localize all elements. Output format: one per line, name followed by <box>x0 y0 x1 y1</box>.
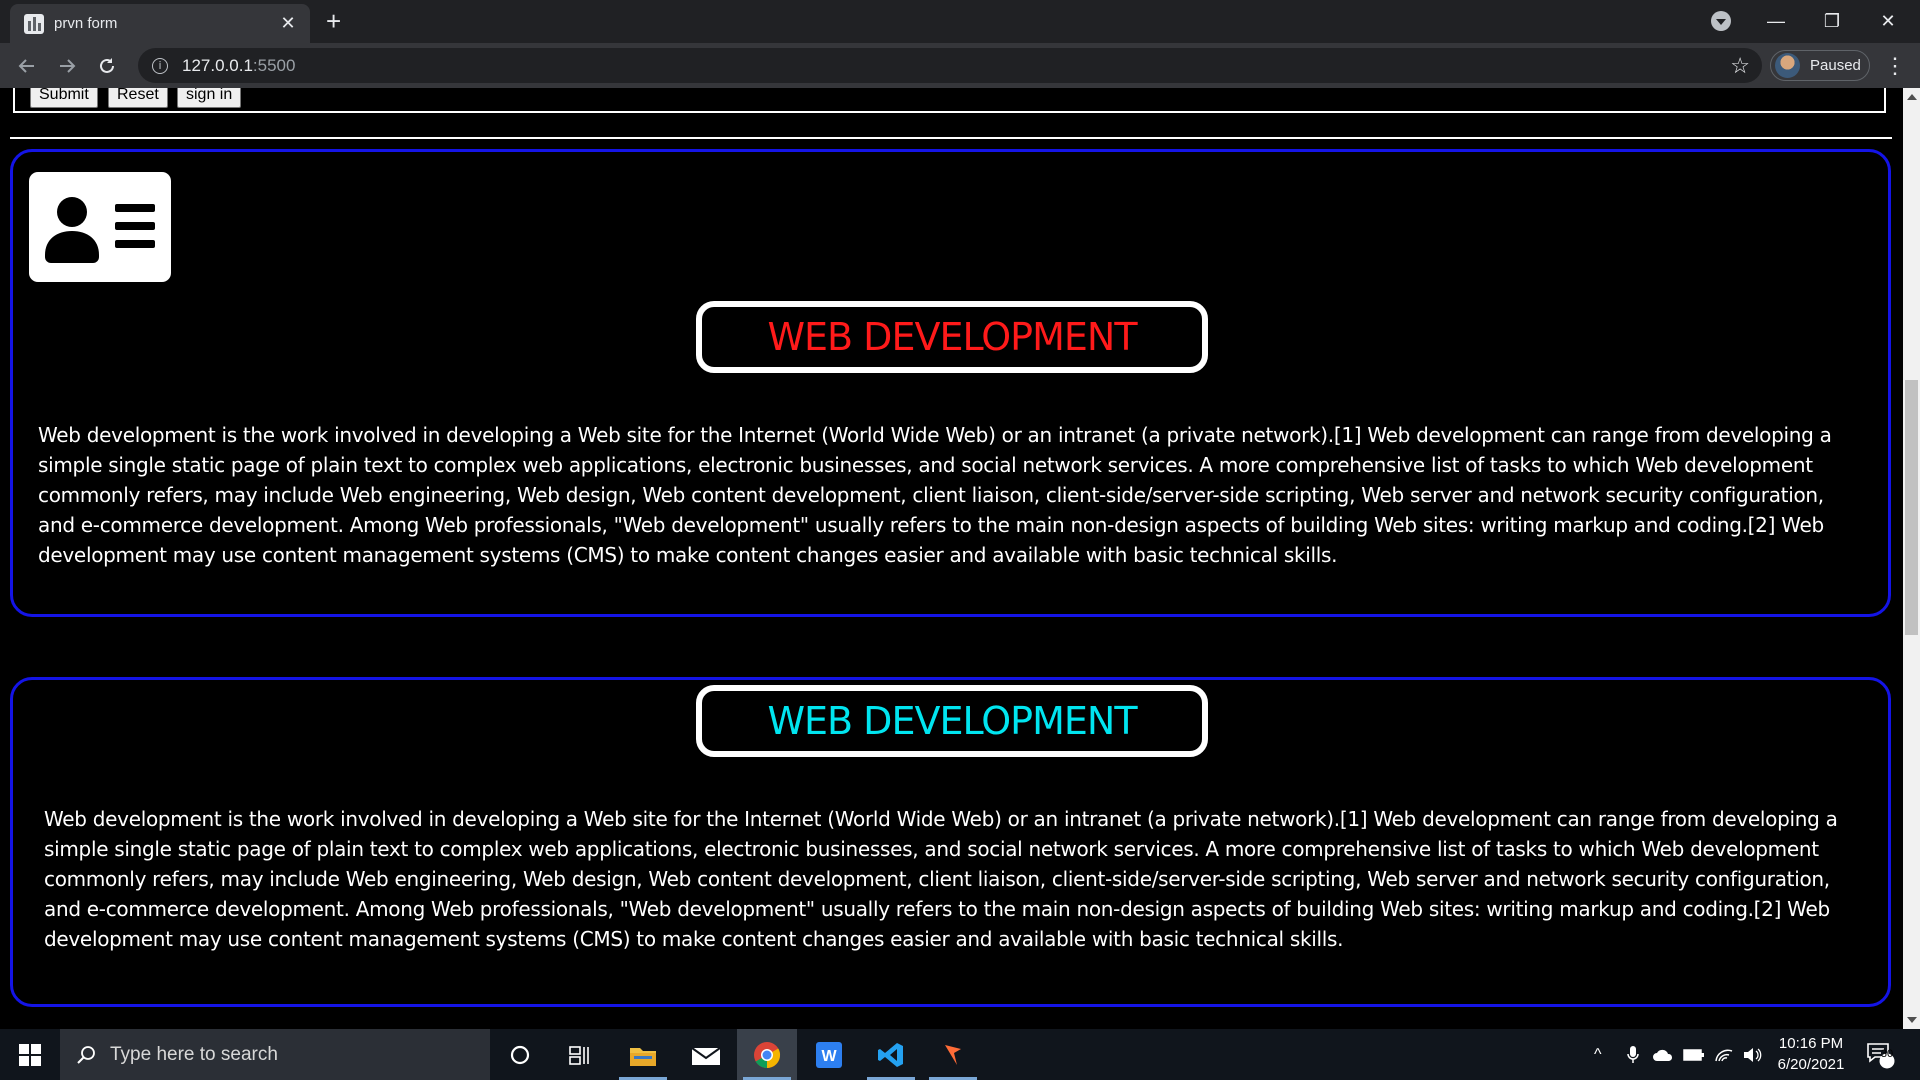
task-view-icon[interactable] <box>550 1029 610 1080</box>
postman-icon[interactable] <box>923 1029 983 1080</box>
cortana-icon[interactable] <box>490 1029 550 1080</box>
search-icon <box>77 1045 95 1064</box>
tab-search-icon[interactable] <box>1711 11 1731 31</box>
section-2-heading-box: WEB DEVELOPMENT <box>696 685 1208 757</box>
vscode-icon[interactable] <box>861 1029 921 1080</box>
reload-icon[interactable] <box>92 51 122 81</box>
horizontal-divider <box>10 137 1892 139</box>
window-close-button[interactable]: ✕ <box>1860 0 1916 43</box>
new-tab-button[interactable]: + <box>326 8 341 34</box>
notification-count-badge: 30 <box>1880 1048 1894 1060</box>
windows-start-icon[interactable] <box>0 1029 60 1080</box>
content-section-1: WEB DEVELOPMENT Web development is the w… <box>10 149 1891 617</box>
taskbar-clock[interactable]: 10:16 PM 6/20/2021 <box>1766 1033 1856 1075</box>
sign-in-button[interactable]: sign in <box>177 88 242 108</box>
profile-button[interactable]: Paused <box>1770 50 1870 81</box>
wifi-icon[interactable] <box>1714 1029 1734 1080</box>
address-bar[interactable]: i 127.0.0.1:5500 ☆ <box>138 48 1762 83</box>
browser-tab[interactable]: prvn form ✕ <box>10 4 310 43</box>
section-2-paragraph: Web development is the work involved in … <box>44 807 1838 951</box>
url-port: :5500 <box>252 55 296 75</box>
browser-tab-bar: prvn form ✕ + — ❐ ✕ <box>0 0 1920 43</box>
form-container <box>13 88 1886 113</box>
back-arrow-icon[interactable] <box>12 51 42 81</box>
reset-button[interactable]: Reset <box>108 88 168 108</box>
page-viewport: Submit Reset sign in WEB DEVELOPMENT Web… <box>0 88 1903 1029</box>
taskbar-search-placeholder: Type here to search <box>110 1043 278 1065</box>
contact-card-icon <box>29 172 171 282</box>
page-scrollbar[interactable] <box>1903 88 1920 1029</box>
writer-icon[interactable]: W <box>799 1029 859 1080</box>
browser-menu-icon[interactable]: ⋮ <box>1884 53 1906 79</box>
url-text: 127.0.0.1:5500 <box>182 56 295 76</box>
section-2-heading: WEB DEVELOPMENT <box>767 699 1137 743</box>
mail-icon[interactable] <box>676 1029 736 1080</box>
forward-arrow-icon[interactable] <box>52 51 82 81</box>
window-restore-button[interactable]: ❐ <box>1804 0 1860 43</box>
site-info-icon[interactable]: i <box>152 57 168 74</box>
scroll-down-arrow-icon[interactable] <box>1907 1017 1917 1023</box>
tab-close-icon[interactable]: ✕ <box>278 13 298 34</box>
onedrive-cloud-icon[interactable] <box>1652 1029 1674 1080</box>
browser-toolbar: i 127.0.0.1:5500 ☆ Paused ⋮ <box>0 43 1920 88</box>
content-section-2: WEB DEVELOPMENT Web development is the w… <box>10 677 1891 1007</box>
svg-text:W: W <box>821 1048 837 1065</box>
file-explorer-icon[interactable] <box>613 1029 673 1080</box>
battery-icon[interactable] <box>1683 1029 1705 1080</box>
tray-chevron-up-icon[interactable]: ^ <box>1594 1029 1602 1080</box>
tab-title: prvn form <box>54 15 118 32</box>
section-1-heading: WEB DEVELOPMENT <box>767 315 1137 359</box>
scroll-thumb[interactable] <box>1905 380 1918 635</box>
clock-time: 10:16 PM <box>1778 1035 1844 1052</box>
clock-date: 6/20/2021 <box>1777 1056 1845 1073</box>
submit-button[interactable]: Submit <box>30 88 98 108</box>
windows-taskbar: Type here to search W ^ 10:16 PM 6/20/20… <box>0 1029 1920 1080</box>
microphone-icon[interactable] <box>1626 1029 1640 1080</box>
volume-icon[interactable] <box>1742 1029 1762 1080</box>
section-1-heading-box: WEB DEVELOPMENT <box>696 301 1208 373</box>
chrome-icon[interactable] <box>737 1029 797 1080</box>
notification-center-icon[interactable]: 30 <box>1866 1029 1896 1080</box>
page-favicon-icon <box>24 13 44 34</box>
scroll-up-arrow-icon[interactable] <box>1907 94 1917 100</box>
section-1-paragraph: Web development is the work involved in … <box>38 423 1832 567</box>
avatar <box>1775 53 1800 78</box>
taskbar-search-box[interactable]: Type here to search <box>60 1029 490 1080</box>
bookmark-star-icon[interactable]: ☆ <box>1730 53 1750 79</box>
url-host: 127.0.0.1 <box>182 55 253 75</box>
window-minimize-button[interactable]: — <box>1748 0 1804 43</box>
profile-status-label: Paused <box>1810 57 1861 74</box>
